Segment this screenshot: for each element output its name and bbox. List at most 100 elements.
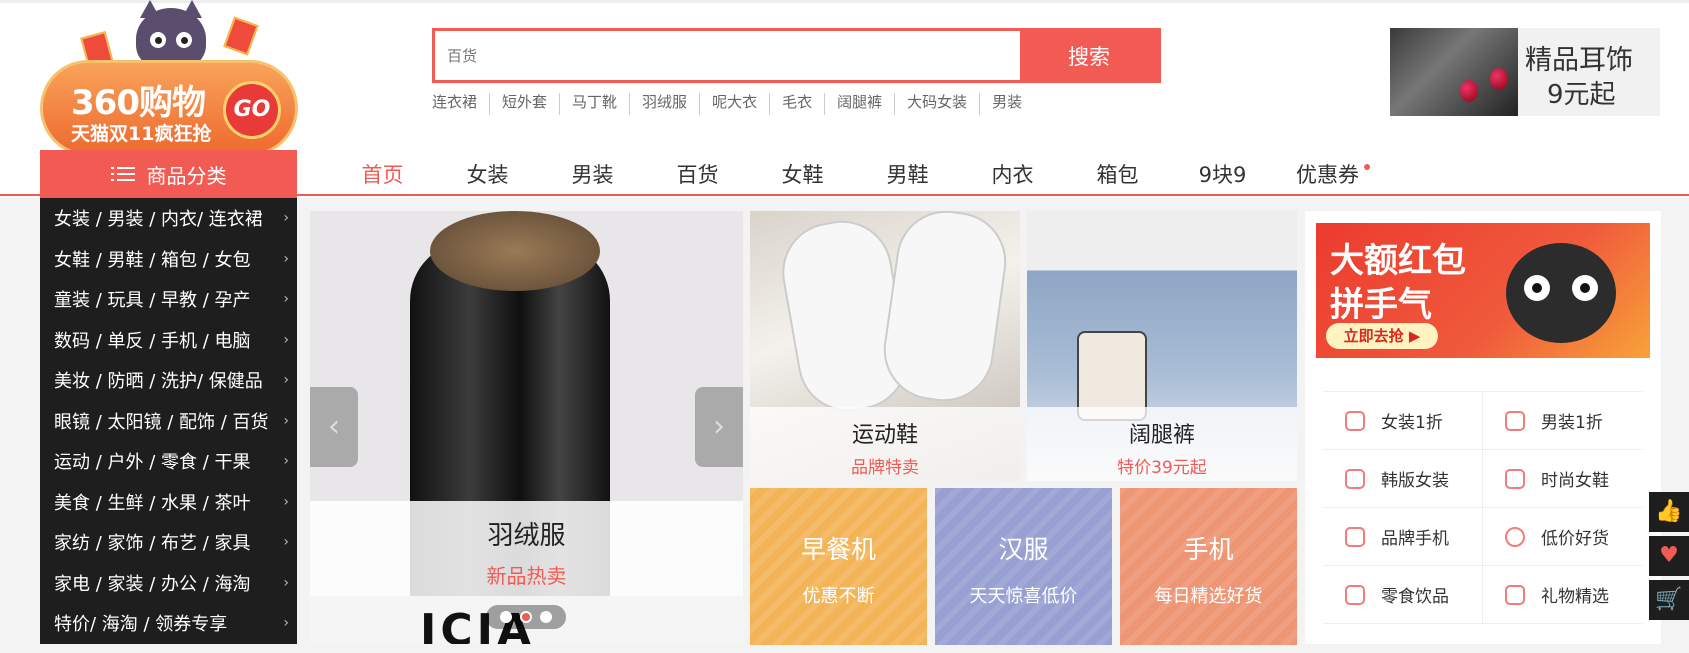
nav-item-underwear[interactable]: 内衣 bbox=[960, 150, 1065, 196]
hotword-link[interactable]: 短外套 bbox=[489, 93, 559, 115]
hanfu-tile[interactable]: 汉服 天天惊喜低价 bbox=[935, 488, 1112, 645]
nav-item-women[interactable]: 女装 bbox=[435, 150, 540, 196]
quick-links-grid: 女装1折 男装1折 韩版女装 时尚女鞋 品牌手机 低价好货 零食饮品 礼物精选 bbox=[1323, 391, 1643, 624]
side-menu-item[interactable]: 家电 / 家装 / 办公 / 海淘 › bbox=[40, 563, 297, 604]
new-dot-icon bbox=[1364, 164, 1370, 170]
tile-subtitle: 特价39元起 bbox=[1117, 458, 1207, 478]
side-menu-label: 童装 / 玩具 / 早教 / 孕产 bbox=[54, 290, 251, 312]
hotword-link[interactable]: 男装 bbox=[979, 93, 1034, 115]
carousel-prev-button[interactable]: ‹ bbox=[310, 387, 358, 467]
right-panel: 大额红包 拼手气 立即去抢 ▶ 女装1折 男装1折 韩版女装 时尚女鞋 品牌手机… bbox=[1305, 211, 1661, 644]
nav-item-coupons[interactable]: 优惠券 bbox=[1275, 150, 1380, 196]
carousel-dot[interactable] bbox=[540, 611, 552, 623]
side-menu-item[interactable]: 女装 / 男装 / 内衣/ 连衣裙 › bbox=[40, 198, 297, 239]
hotword-link[interactable]: 呢大衣 bbox=[699, 93, 769, 115]
clock-icon bbox=[1505, 526, 1525, 547]
quick-link[interactable]: 低价好货 bbox=[1483, 508, 1643, 566]
nav-item-home[interactable]: 首页 bbox=[330, 150, 435, 196]
chevron-right-icon: › bbox=[283, 412, 289, 429]
grab-now-button[interactable]: 立即去抢 ▶ bbox=[1326, 323, 1438, 349]
phone-tile[interactable]: 手机 每日精选好货 bbox=[1120, 488, 1297, 645]
side-menu-item[interactable]: 女鞋 / 男鞋 / 箱包 / 女包 › bbox=[40, 239, 297, 280]
search-input[interactable] bbox=[435, 31, 1023, 80]
dress-icon bbox=[1345, 410, 1365, 431]
hotword-link[interactable]: 阔腿裤 bbox=[824, 93, 894, 115]
heart-icon[interactable]: ♥ bbox=[1649, 536, 1689, 576]
earring-ad[interactable]: 精品耳饰 9元起 bbox=[1390, 28, 1660, 116]
side-menu-item[interactable]: 运动 / 户外 / 零食 / 干果 › bbox=[40, 441, 297, 482]
hat-icon bbox=[1345, 468, 1365, 489]
chevron-right-icon: › bbox=[283, 574, 289, 591]
search-button[interactable]: 搜索 bbox=[1020, 31, 1158, 80]
carousel-next-button[interactable]: › bbox=[695, 387, 743, 467]
quick-link-label: 韩版女装 bbox=[1381, 471, 1449, 491]
quick-link[interactable]: 品牌手机 bbox=[1323, 508, 1483, 566]
nav-item-general[interactable]: 百货 bbox=[645, 150, 750, 196]
side-menu-item[interactable]: 家纺 / 家饰 / 布艺 / 家具 › bbox=[40, 522, 297, 563]
quick-link-label: 低价好货 bbox=[1541, 529, 1609, 549]
quick-link[interactable]: 女装1折 bbox=[1323, 392, 1483, 450]
tile-subtitle: 每日精选好货 bbox=[1154, 586, 1263, 607]
side-menu-label: 美妆 / 防晒 / 洗护/ 保健品 bbox=[54, 371, 263, 393]
nav-item-men[interactable]: 男装 bbox=[540, 150, 645, 196]
snack-icon bbox=[1345, 584, 1365, 605]
hotword-link[interactable]: 连衣裙 bbox=[432, 93, 489, 115]
cart-icon[interactable]: 🛒 bbox=[1649, 580, 1689, 620]
side-menu-item[interactable]: 童装 / 玩具 / 早教 / 孕产 › bbox=[40, 279, 297, 320]
quick-link[interactable]: 男装1折 bbox=[1483, 392, 1643, 450]
quick-link[interactable]: 韩版女装 bbox=[1323, 450, 1483, 508]
quick-link[interactable]: 时尚女鞋 bbox=[1483, 450, 1643, 508]
site-logo[interactable]: 360购物 天猫双11疯狂抢 GO bbox=[40, 0, 298, 158]
wide-pants-tile[interactable]: 阔腿裤 特价39元起 bbox=[1027, 211, 1297, 481]
side-menu-label: 家纺 / 家饰 / 布艺 / 家具 bbox=[54, 533, 251, 555]
hotword-link[interactable]: 毛衣 bbox=[769, 93, 824, 115]
chevron-right-icon: › bbox=[283, 453, 289, 469]
side-menu-label: 家电 / 家装 / 办公 / 海淘 bbox=[54, 573, 251, 595]
carousel-dot-active[interactable] bbox=[520, 611, 532, 623]
nav-item-9-9[interactable]: 9块9 bbox=[1170, 150, 1275, 196]
nav-item-women-shoes[interactable]: 女鞋 bbox=[750, 150, 855, 196]
side-menu-label: 特价/ 海淘 / 领券专享 bbox=[54, 614, 228, 636]
sneakers-tile[interactable]: 运动鞋 品牌特卖 bbox=[750, 211, 1020, 481]
chevron-right-icon: › bbox=[283, 250, 289, 267]
hotword-link[interactable]: 羽绒服 bbox=[629, 93, 699, 115]
hotword-link[interactable]: 马丁靴 bbox=[559, 93, 629, 115]
side-menu-item[interactable]: 数码 / 单反 / 手机 / 电脑 › bbox=[40, 320, 297, 361]
main-nav: 首页 女装 男装 百货 女鞋 男鞋 内衣 箱包 9块9 优惠券 bbox=[330, 150, 1380, 196]
banner-carousel[interactable]: ‹ › 羽绒服 新品热卖 ICIA bbox=[310, 211, 743, 644]
floating-toolbar: 👍 ♥ 🛒 bbox=[1649, 492, 1689, 624]
earring-ad-title: 精品耳饰 bbox=[1525, 45, 1633, 76]
nav-item-bags[interactable]: 箱包 bbox=[1065, 150, 1170, 196]
side-menu-label: 女鞋 / 男鞋 / 箱包 / 女包 bbox=[54, 249, 251, 271]
heel-icon bbox=[1505, 468, 1525, 489]
category-header[interactable]: 商品分类 bbox=[40, 150, 297, 198]
side-menu-item[interactable]: 眼镜 / 太阳镜 / 配饰 / 百货 › bbox=[40, 401, 297, 442]
side-menu-item[interactable]: 美食 / 生鲜 / 水果 / 茶叶 › bbox=[40, 482, 297, 523]
chevron-right-icon: › bbox=[283, 372, 289, 388]
side-menu-label: 数码 / 单反 / 手机 / 电脑 bbox=[54, 330, 251, 352]
nav-item-coupons-label: 优惠券 bbox=[1296, 163, 1359, 187]
carousel-dots bbox=[486, 605, 566, 629]
logo-title: 360购物 bbox=[71, 83, 206, 123]
carousel-dot[interactable] bbox=[500, 611, 512, 623]
red-packet-ad[interactable]: 大额红包 拼手气 立即去抢 ▶ bbox=[1316, 223, 1650, 358]
banner-caption: 羽绒服 新品热卖 bbox=[310, 501, 743, 596]
banner-title: 羽绒服 bbox=[487, 521, 566, 551]
tile-title: 运动鞋 bbox=[851, 423, 918, 448]
nav-item-men-shoes[interactable]: 男鞋 bbox=[855, 150, 960, 196]
chevron-right-icon: › bbox=[283, 291, 289, 307]
quick-link[interactable]: 零食饮品 bbox=[1323, 566, 1483, 624]
tile-title: 汉服 bbox=[998, 535, 1049, 564]
side-menu-item[interactable]: 美妆 / 防晒 / 洗护/ 保健品 › bbox=[40, 360, 297, 401]
banner-subtitle: 新品热卖 bbox=[486, 564, 567, 588]
quick-link[interactable]: 礼物精选 bbox=[1483, 566, 1643, 624]
chevron-right-icon: › bbox=[283, 534, 289, 550]
side-menu-item[interactable]: 特价/ 海淘 / 领券专享 › bbox=[40, 603, 297, 644]
thumbs-up-icon[interactable]: 👍 bbox=[1649, 492, 1689, 532]
red-envelope-icon bbox=[223, 16, 259, 56]
breakfast-machine-tile[interactable]: 早餐机 优惠不断 bbox=[750, 488, 927, 645]
earring-ad-subtitle: 9元起 bbox=[1547, 80, 1616, 110]
chevron-right-icon: › bbox=[283, 210, 289, 226]
hotword-link[interactable]: 大码女装 bbox=[894, 93, 979, 115]
tile-caption: 阔腿裤 特价39元起 bbox=[1027, 407, 1297, 481]
